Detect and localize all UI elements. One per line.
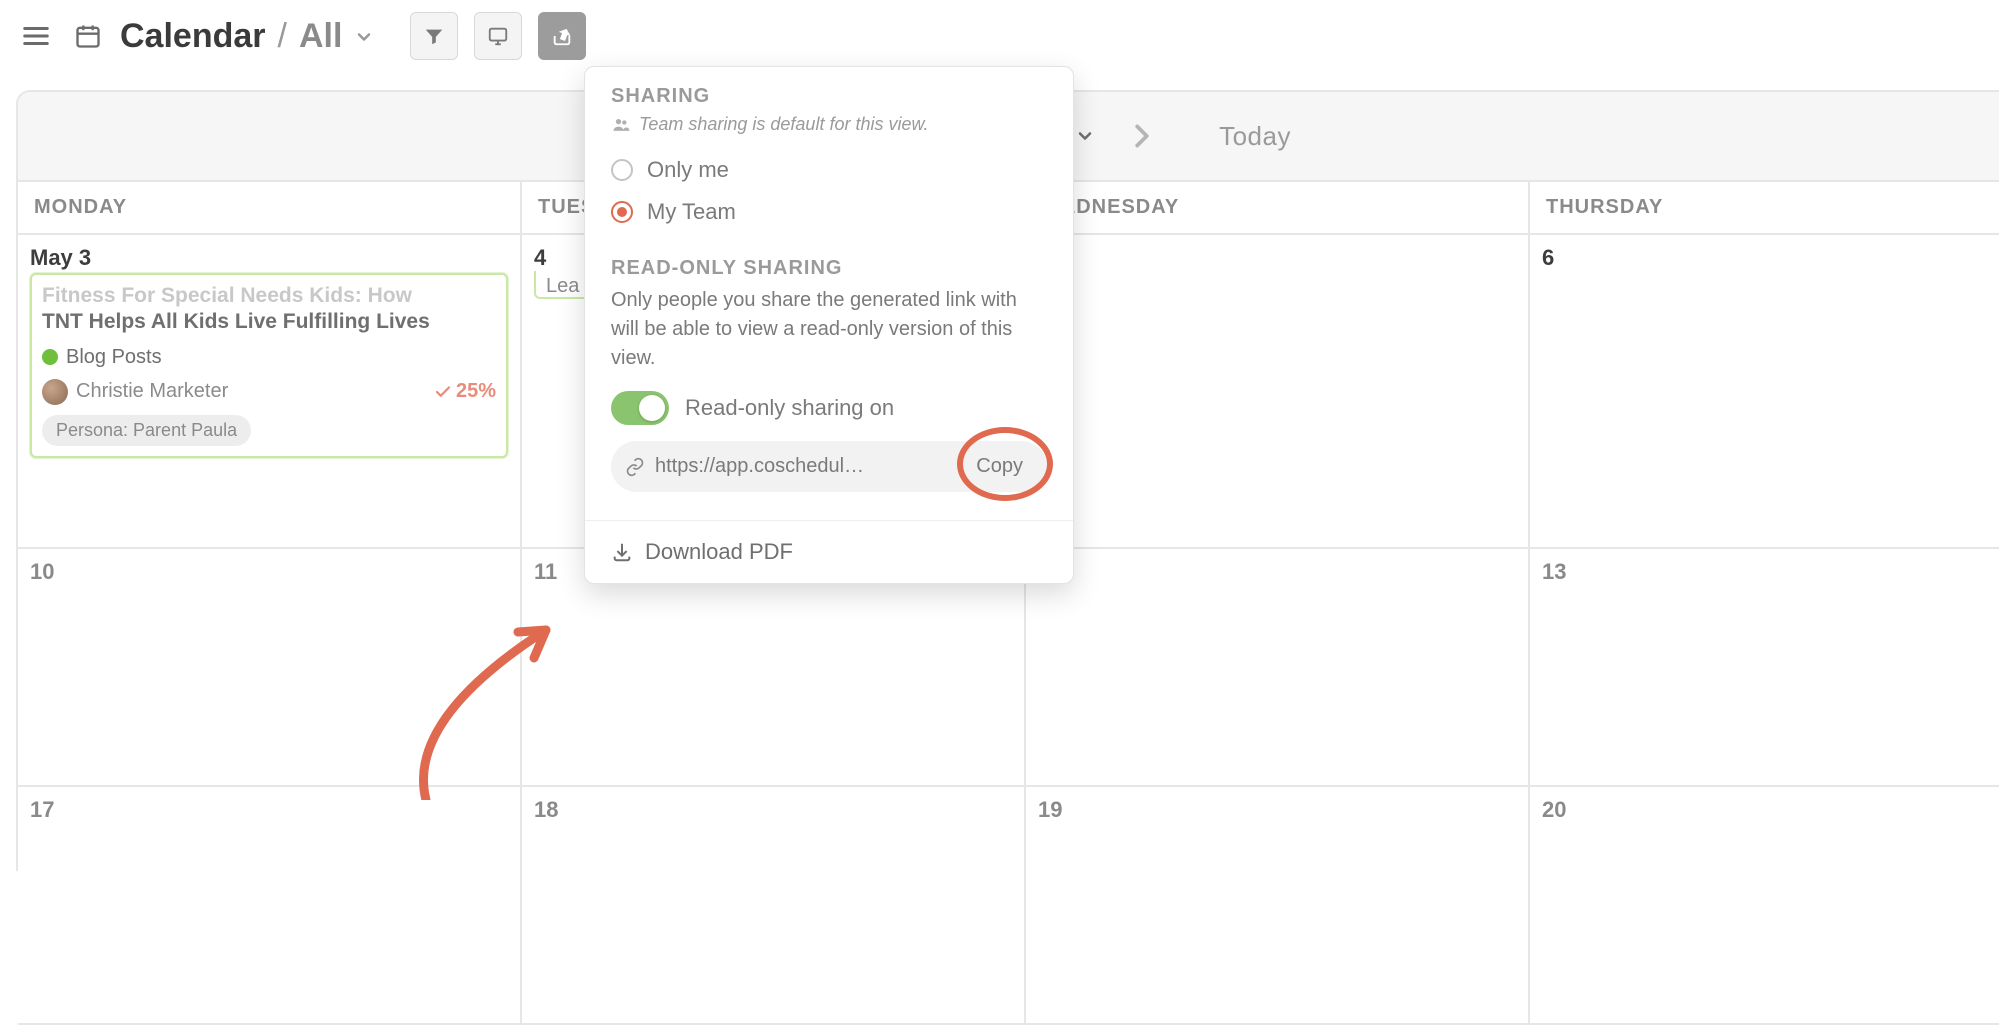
share-button[interactable]	[538, 12, 586, 60]
download-pdf-button[interactable]: Download PDF	[585, 521, 1073, 583]
sharing-note: Team sharing is default for this view.	[611, 114, 1047, 135]
calendar-cell[interactable]: 12	[1026, 549, 1530, 785]
calendar-cell[interactable]: 11	[522, 549, 1026, 785]
breadcrumb-scope[interactable]: All	[299, 17, 342, 56]
cell-date: 5	[1038, 245, 1516, 271]
chevron-down-icon	[1075, 126, 1095, 146]
sharing-option-my-team[interactable]: My Team	[611, 191, 1047, 233]
readonly-toggle[interactable]	[611, 391, 669, 425]
cell-date: May 3	[30, 245, 508, 271]
day-header-monday: MONDAY	[18, 182, 522, 233]
calendar-cell[interactable]: 20	[1530, 787, 1999, 1023]
radio-icon	[611, 201, 633, 223]
calendar-row: 17 18 19 20	[18, 787, 1999, 1025]
cell-date: 19	[1038, 797, 1516, 823]
share-link-box: https://app.coschedul… Copy	[611, 441, 1047, 492]
cell-date: 12	[1038, 559, 1516, 585]
calendar-cell[interactable]: 17	[18, 787, 522, 1023]
cell-date: 10	[30, 559, 508, 585]
calendar-cell[interactable]: 5	[1026, 235, 1530, 547]
sharing-option-only-me[interactable]: Only me	[611, 149, 1047, 191]
chevron-down-icon[interactable]	[354, 17, 374, 56]
event-author: Christie Marketer	[42, 379, 228, 405]
display-button[interactable]	[474, 12, 522, 60]
day-header-wednesday: WEDNESDAY	[1026, 182, 1530, 233]
link-icon	[625, 457, 645, 477]
download-icon	[611, 541, 633, 563]
cell-date: 20	[1542, 797, 1989, 823]
category-dot-icon	[42, 349, 58, 365]
sharing-heading: SHARING	[611, 85, 1047, 108]
topbar: Calendar / All	[0, 0, 1999, 72]
event-title: Fitness For Special Needs Kids: How TNT …	[42, 283, 496, 336]
breadcrumb: Calendar / All	[120, 17, 374, 56]
calendar-row: 10 11 12 13	[18, 549, 1999, 787]
event-category: Blog Posts	[42, 346, 496, 369]
cell-date: 6	[1542, 245, 1989, 271]
event-card[interactable]: Fitness For Special Needs Kids: How TNT …	[30, 273, 508, 458]
calendar-cell[interactable]: 19	[1026, 787, 1530, 1023]
filter-button[interactable]	[410, 12, 458, 60]
calendar-icon	[70, 18, 106, 54]
share-url[interactable]: https://app.coschedul…	[655, 455, 956, 478]
next-range-button[interactable]	[1123, 117, 1161, 155]
hamburger-menu-icon[interactable]	[18, 18, 54, 54]
radio-icon	[611, 159, 633, 181]
cell-date: 17	[30, 797, 508, 823]
today-button[interactable]: Today	[1219, 121, 1291, 152]
calendar-cell[interactable]: May 3 Fitness For Special Needs Kids: Ho…	[18, 235, 522, 547]
team-icon	[611, 115, 631, 135]
avatar	[42, 379, 68, 405]
share-popover: SHARING Team sharing is default for this…	[584, 66, 1074, 584]
cell-date: 18	[534, 797, 1012, 823]
readonly-heading: READ-ONLY SHARING	[611, 257, 1047, 280]
cell-date: 13	[1542, 559, 1989, 585]
event-progress: 25%	[434, 380, 496, 403]
day-header-thursday: THURSDAY	[1530, 182, 1999, 233]
calendar-cell[interactable]: 18	[522, 787, 1026, 1023]
event-tag: Persona: Parent Paula	[42, 415, 251, 446]
calendar-cell[interactable]: 13	[1530, 549, 1999, 785]
breadcrumb-slash: /	[278, 17, 287, 56]
copy-button[interactable]: Copy	[966, 451, 1033, 482]
calendar-cell[interactable]: 6	[1530, 235, 1999, 547]
breadcrumb-calendar[interactable]: Calendar	[120, 17, 266, 56]
calendar-cell[interactable]: 10	[18, 549, 522, 785]
readonly-description: Only people you share the generated link…	[611, 286, 1047, 373]
readonly-toggle-label: Read-only sharing on	[685, 395, 894, 421]
